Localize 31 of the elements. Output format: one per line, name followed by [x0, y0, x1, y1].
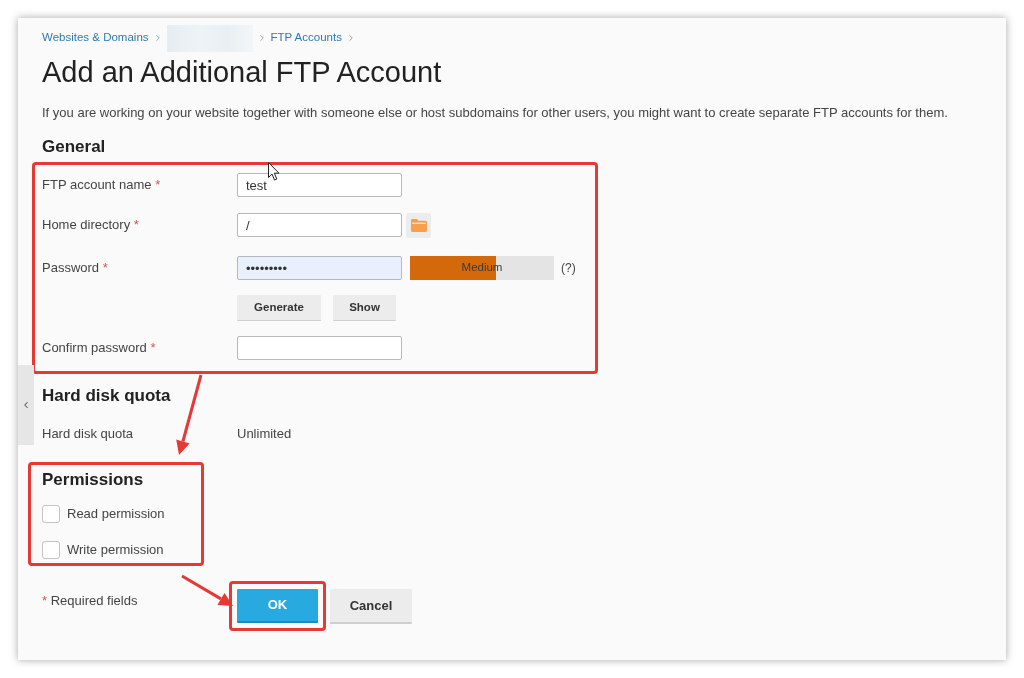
checkbox[interactable]: [42, 505, 60, 523]
section-heading: Permissions: [42, 469, 145, 491]
checkbox-label: Read permission: [67, 505, 165, 524]
field-label: Confirm password *: [42, 339, 157, 357]
field-value: Unlimited: [237, 425, 292, 444]
text-input[interactable]: [237, 336, 402, 360]
field-label: Home directory *: [42, 216, 140, 234]
checkbox[interactable]: [42, 541, 60, 559]
section-heading: General: [41, 136, 107, 158]
chevron-left-icon: [21, 400, 31, 410]
mouse-pointer-icon: [268, 162, 280, 181]
field-label: FTP account name *: [42, 176, 162, 194]
help-link[interactable]: (?): [561, 259, 576, 277]
page-description: If you are working on your website together with someone else or host subdomains for other users, you might want to create separate FTP accounts for them.: [41, 104, 949, 122]
field-label: Password *: [42, 259, 109, 277]
breadcrumb-link[interactable]: FTP Accounts: [270, 29, 342, 47]
page-title: Add an Additional FTP Account: [41, 55, 443, 90]
cancel-button[interactable]: Cancel: [330, 589, 412, 624]
collapse-sidebar-button[interactable]: [18, 365, 34, 445]
breadcrumb-link[interactable]: Websites & Domains: [42, 29, 149, 47]
form-button[interactable]: Generate: [237, 295, 321, 321]
text-input[interactable]: test: [237, 173, 402, 197]
form-button[interactable]: Show: [333, 295, 396, 321]
browse-folder-button[interactable]: [406, 212, 431, 238]
folder-icon: [410, 218, 427, 232]
text-input[interactable]: /: [237, 213, 402, 237]
text-input[interactable]: •••••••••: [237, 256, 402, 280]
checkbox-label: Write permission: [67, 541, 164, 560]
required-note: * Required fields: [42, 592, 139, 610]
section-heading: Hard disk quota: [41, 385, 172, 407]
field-label: Hard disk quota: [42, 425, 135, 444]
